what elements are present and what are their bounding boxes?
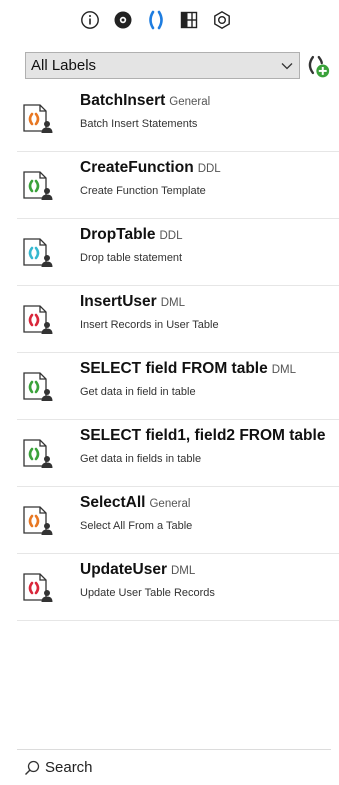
- snippet-file-icon: [23, 372, 53, 401]
- chevron-down-icon: [281, 62, 293, 69]
- snippet-label-tag: General: [169, 96, 211, 108]
- snippet-file-icon: [23, 573, 53, 602]
- snippet-item[interactable]: SELECT field1, field2 FROM table Get data…: [17, 420, 339, 487]
- snippet-file-icon: [23, 439, 53, 468]
- snippet-label-tag: DML: [171, 565, 196, 577]
- snippet-item[interactable]: DropTable DDL Drop table statement: [17, 219, 339, 286]
- snippet-description: Select All From a Table: [80, 520, 193, 532]
- snippet-label-tag: DML: [160, 297, 185, 309]
- snippet-label-tag: DDL: [159, 230, 183, 242]
- label-filter-dropdown[interactable]: All Labels: [25, 52, 301, 79]
- snippet-file-icon: [23, 104, 53, 133]
- snippet-name: BatchInsert: [80, 92, 166, 109]
- snippet-description: Get data in field in table: [80, 386, 196, 398]
- snippet-label-tag: DML: [271, 364, 297, 376]
- label-filter-row: All Labels: [25, 52, 331, 79]
- snippet-description: Get data in fields in table: [80, 453, 202, 465]
- snippet-name: SELECT field1, field2 FROM table: [80, 427, 326, 444]
- label-filter-value: All Labels: [31, 57, 97, 74]
- snippet-file-icon: [23, 305, 53, 334]
- hexagon-settings-icon[interactable]: [211, 9, 233, 31]
- snippet-label-tag: DDL: [197, 163, 221, 175]
- snippet-item[interactable]: UpdateUser DML Update User Table Records: [17, 554, 339, 621]
- snippet-braces-icon[interactable]: [145, 9, 167, 31]
- snippet-description: Create Function Template: [80, 185, 206, 197]
- snippet-label-tag: General: [149, 498, 191, 510]
- snippet-name: CreateFunction: [80, 159, 194, 176]
- snippet-description: Update User Table Records: [80, 587, 215, 599]
- snippet-name: SelectAll: [80, 494, 146, 511]
- snippet-item[interactable]: BatchInsert General Batch Insert Statement…: [17, 85, 339, 152]
- add-snippet-icon[interactable]: [305, 53, 331, 79]
- search-bar[interactable]: Search: [17, 749, 331, 785]
- eye-icon[interactable]: [112, 9, 134, 31]
- snippet-description: Insert Records in User Table: [80, 319, 219, 331]
- snippet-name: SELECT field FROM table: [80, 360, 268, 377]
- snippet-name: UpdateUser: [80, 561, 167, 578]
- toolbar: [0, 0, 339, 40]
- snippet-list: BatchInsert General Batch Insert Statement…: [17, 85, 339, 621]
- snippet-file-icon: [23, 238, 53, 267]
- snippet-name: InsertUser: [80, 293, 157, 310]
- snippet-description: Drop table statement: [80, 252, 183, 264]
- search-icon: [25, 760, 40, 775]
- snippet-file-icon: [23, 506, 53, 535]
- info-icon[interactable]: [79, 9, 101, 31]
- snippet-item[interactable]: CreateFunction DDL Create Function Templat…: [17, 152, 339, 219]
- snippet-file-icon: [23, 171, 53, 200]
- snippet-name: DropTable: [80, 226, 156, 243]
- search-label: Search: [45, 759, 93, 776]
- snippet-description: Batch Insert Statements: [80, 118, 198, 130]
- snippet-item[interactable]: SelectAll General Select All From a Table: [17, 487, 339, 554]
- snippet-item[interactable]: InsertUser DML Insert Records in User Tabl…: [17, 286, 339, 353]
- snippet-item[interactable]: SELECT field FROM table DML Get data in fi…: [17, 353, 339, 420]
- layout-grid-icon[interactable]: [178, 9, 200, 31]
